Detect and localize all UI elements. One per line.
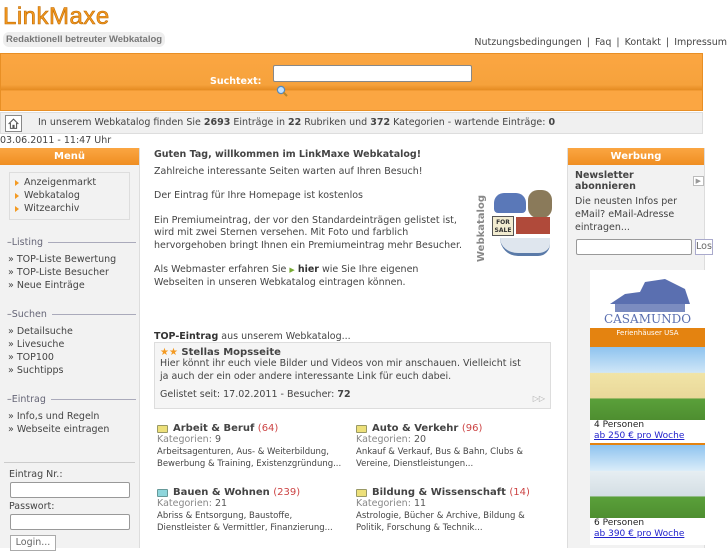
house-photo-1: [590, 347, 705, 420]
section-title: Listing: [11, 237, 44, 248]
menu-item-witzearchiv[interactable]: Witzearchiv: [13, 202, 126, 215]
arrow-icon: [15, 192, 19, 199]
section-listing: – Listing: [7, 237, 136, 248]
password-input[interactable]: [10, 514, 130, 530]
top-entry-box: ★★ Stellas Mopsseite Hier könnt ihr euch…: [154, 342, 551, 409]
search-label: Suchtext:: [210, 76, 262, 87]
folder-icon: [157, 488, 168, 497]
menu-label: Anzeigenmarkt: [24, 177, 97, 188]
left-sidebar: Menü Anzeigenmarkt Webkatalog Witzearchi…: [0, 148, 140, 551]
werbung-header: Werbung: [568, 148, 704, 165]
top-links: Nutzungsbedingungen | Faq | Kontakt | Impressu…: [474, 37, 727, 48]
link-kontakt[interactable]: Kontakt: [625, 37, 661, 48]
link-detailsuche[interactable]: » Detailsuche: [8, 325, 139, 338]
category-arbeit-beruf[interactable]: Arbeit & Beruf (64) Kategorien: 9 Arbeit…: [157, 423, 347, 470]
casamundo-ad[interactable]: CASAMUNDO Ferienhäuser USA 4 Personen ab…: [590, 270, 705, 545]
top-entry-description: Hier könnt ihr euch viele Bilder und Vid…: [160, 358, 521, 382]
top-entry-meta: Gelistet seit: 17.02.2011 - Besucher: 72: [160, 389, 351, 400]
link-top-bewertung[interactable]: » TOP-Liste Bewertung: [8, 253, 139, 266]
search-input[interactable]: [273, 65, 472, 82]
link-info-regeln[interactable]: » Info,s und Regeln: [8, 410, 139, 423]
link-neue-eintraege[interactable]: » Neue Einträge: [8, 279, 139, 292]
tagline: Redaktionell betreuter Webkatalog: [3, 32, 166, 47]
arrow-icon: [15, 179, 19, 186]
ad-price-link-1[interactable]: ab 250 € pro Woche: [590, 431, 705, 442]
promo-label: Webkatalog: [476, 195, 487, 262]
menu-label: Witzearchiv: [24, 203, 80, 214]
menu-label: Webkatalog: [24, 190, 80, 201]
home-icon[interactable]: [5, 115, 22, 132]
section-title: Eintrag: [11, 394, 46, 405]
date-time: 03.06.2011 - 11:47 Uhr: [0, 135, 112, 146]
play-icon[interactable]: ▶: [692, 176, 704, 186]
ad-banner: Ferienhäuser USA: [590, 328, 705, 347]
search-icon[interactable]: [276, 85, 288, 97]
main-menu: Anzeigenmarkt Webkatalog Witzearchiv: [9, 172, 130, 220]
menu-item-webkatalog[interactable]: Webkatalog: [13, 189, 126, 202]
newsletter-email-input[interactable]: [576, 239, 692, 255]
next-icon[interactable]: ▷▷: [533, 394, 545, 403]
menu-header: Menü: [0, 148, 139, 165]
password-label: Passwort:: [9, 501, 55, 512]
link-faq[interactable]: Faq: [595, 37, 611, 48]
category-bauen-wohnen[interactable]: Bauen & Wohnen (239) Kategorien: 21 Abri…: [157, 487, 347, 534]
top-entry-title[interactable]: Stellas Mopsseite: [181, 347, 280, 358]
folder-icon: [356, 488, 367, 497]
section-title: Suchen: [11, 309, 47, 320]
free-entry-text: Der Eintrag für Ihre Homepage ist kosten…: [154, 190, 363, 201]
arrow-icon: [15, 205, 19, 212]
webmaster-text: Als Webmaster erfahren Sie ▶ hier wie Si…: [154, 264, 419, 288]
entry-nr-input[interactable]: [10, 482, 130, 498]
intro-text: Zahlreiche interessante Seiten warten au…: [154, 165, 423, 177]
category-bildung-wissenschaft[interactable]: Bildung & Wissenschaft (14) Kategorien: …: [356, 487, 546, 534]
category-auto-verkehr[interactable]: Auto & Verkehr (96) Kategorien: 20 Ankau…: [356, 423, 546, 470]
ad-persons-1: 4 Personen: [594, 420, 645, 430]
premium-text: Ein Premiumeintrag, der vor den Standard…: [154, 214, 462, 251]
menu-item-anzeigenmarkt[interactable]: Anzeigenmarkt: [13, 176, 126, 189]
for-sale-sign: FOR SALE: [492, 216, 514, 236]
section-suchen: – Suchen: [7, 309, 136, 320]
star-icons: ★★: [160, 347, 178, 358]
link-top100[interactable]: » TOP100: [8, 351, 139, 364]
link-top-besucher[interactable]: » TOP-Liste Besucher: [8, 266, 139, 279]
logo-text: LinkMaxe: [3, 3, 110, 30]
link-livesuche[interactable]: » Livesuche: [8, 338, 139, 351]
link-webseite-eintragen[interactable]: » Webseite eintragen: [8, 423, 139, 436]
casamundo-logo: CASAMUNDO: [590, 270, 705, 328]
login-button[interactable]: Login...: [10, 535, 56, 551]
link-suchtipps[interactable]: » Suchtipps: [8, 364, 139, 377]
top-entry-heading: TOP-Eintrag aus unserem Webkatalog...: [154, 331, 351, 342]
newsletter-submit-button[interactable]: Los: [695, 239, 713, 255]
hier-link[interactable]: hier: [298, 264, 319, 275]
ad-persons-2: 6 Personen: [594, 518, 645, 528]
welcome-heading: Guten Tag, willkommen im LinkMaxe Webkat…: [154, 149, 422, 160]
link-nutzungsbedingungen[interactable]: Nutzungsbedingungen: [474, 37, 581, 48]
stats-text: In unserem Webkatalog finden Sie 2693 Ei…: [38, 117, 556, 128]
section-eintrag: – Eintrag: [7, 394, 136, 405]
newsletter-heading: Newsletter abonnieren ▶: [575, 170, 704, 192]
folder-icon: [157, 424, 168, 433]
logo[interactable]: LinkMaxe Redaktionell betreuter Webkatal…: [3, 3, 175, 50]
folder-icon: [356, 424, 367, 433]
entry-nr-label: Eintrag Nr.:: [9, 469, 63, 480]
house-photo-2: [590, 445, 705, 518]
newsletter-text: Die neusten Infos per eMail? eMail-Adres…: [575, 196, 677, 233]
webkatalog-promo-image: Webkatalog FOR SALE: [476, 190, 552, 262]
link-impressum[interactable]: Impressum: [674, 37, 727, 48]
search-bar: [0, 53, 703, 111]
ad-price-link-2[interactable]: ab 390 € pro Woche: [590, 529, 705, 540]
